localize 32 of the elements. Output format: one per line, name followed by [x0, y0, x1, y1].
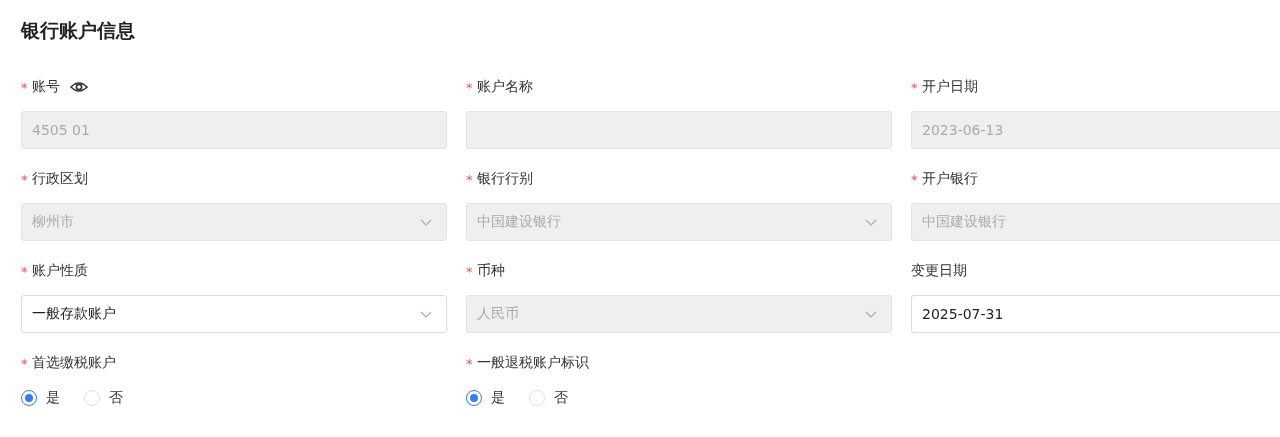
chevron-icon: [420, 310, 432, 318]
required-mark: *: [21, 79, 28, 95]
field-label: 账号: [31, 78, 60, 96]
required-mark: *: [21, 171, 28, 187]
radio-option[interactable]: 否: [84, 389, 123, 407]
chevron-icon: [865, 218, 877, 226]
required-mark: *: [466, 171, 473, 187]
field-label: 开户日期: [921, 78, 978, 96]
field-label: 首选缴税账户: [31, 354, 116, 372]
required-mark: *: [911, 79, 918, 95]
radio-option[interactable]: 否: [529, 389, 568, 407]
chevron-icon: [865, 310, 877, 318]
chevron-icon: [420, 218, 432, 226]
radio-option[interactable]: 是: [466, 389, 505, 407]
required-mark: *: [21, 263, 28, 279]
field-label: 一般退税账户标识: [476, 354, 589, 372]
required-mark: *: [466, 263, 473, 279]
required-mark: *: [911, 171, 918, 187]
input-field[interactable]: 2025-07-31: [911, 295, 1280, 333]
section-title: 银行账户信息: [21, 18, 136, 43]
field-label: 账户性质: [31, 262, 88, 280]
field-label: 币种: [476, 262, 505, 280]
required-mark: *: [466, 79, 473, 95]
field-label: 账户名称: [476, 78, 533, 96]
required-mark: *: [21, 355, 28, 371]
field-label: 变更日期: [911, 262, 967, 280]
select-field[interactable]: 一般存款账户: [21, 295, 447, 333]
required-mark: *: [466, 355, 473, 371]
field-label: 开户银行: [921, 170, 978, 188]
field-label: 银行行别: [476, 170, 533, 188]
radio-option[interactable]: 是: [21, 389, 60, 407]
field-label: 行政区划: [31, 170, 88, 188]
